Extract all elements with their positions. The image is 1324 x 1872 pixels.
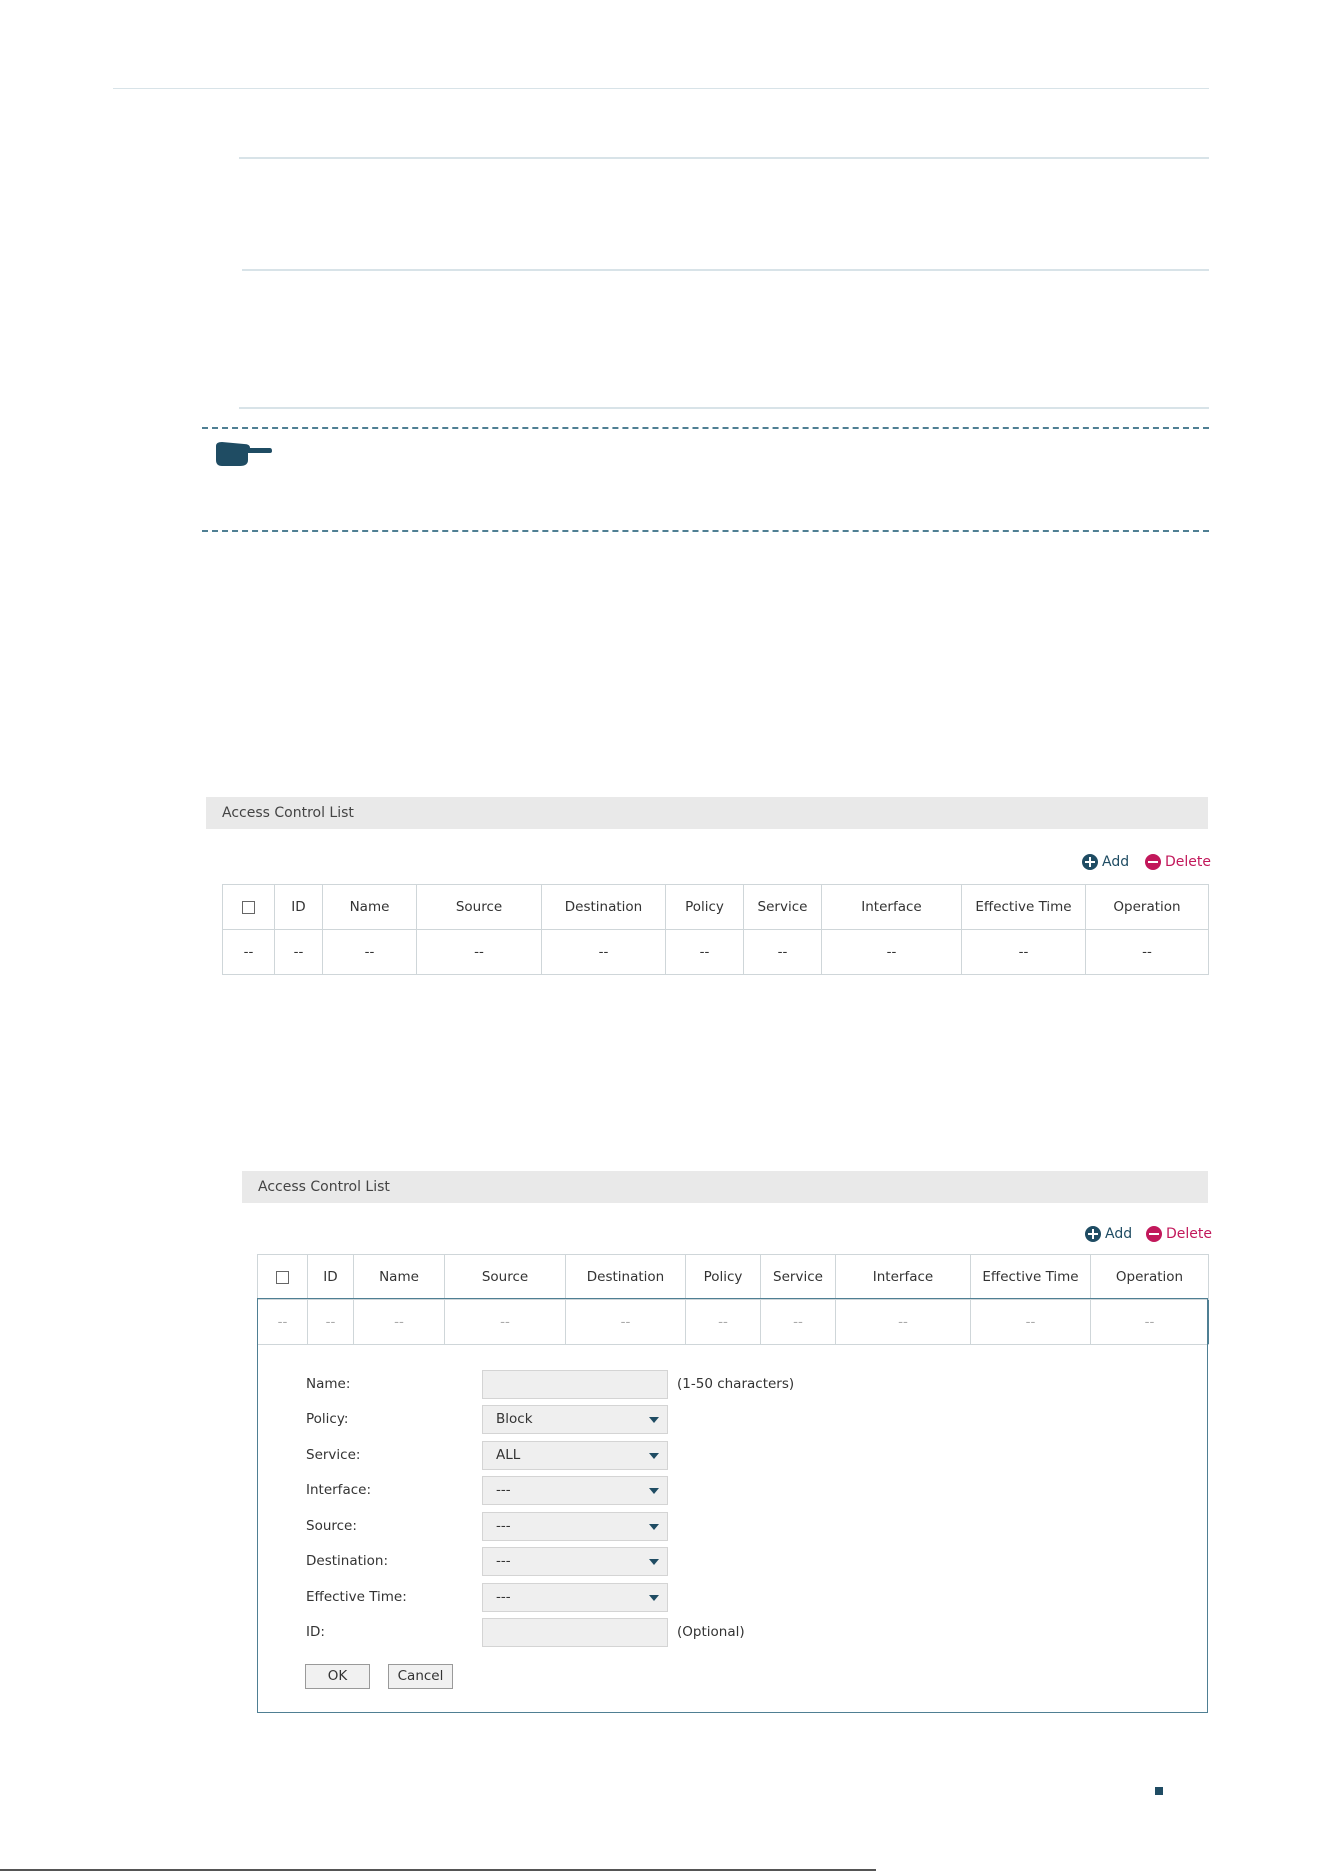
table-cell: -- (1085, 929, 1209, 975)
column-header: Interface (821, 884, 962, 930)
service-select[interactable]: ALL (482, 1441, 668, 1470)
note-top-divider (202, 427, 1209, 429)
effective-time-label: Effective Time: (306, 1589, 407, 1605)
column-header: Effective Time (970, 1254, 1091, 1300)
table-cell: -- (322, 929, 417, 975)
column-header: Policy (685, 1254, 761, 1300)
select-all-checkbox[interactable] (242, 900, 255, 914)
effective-time-select[interactable]: --- (482, 1583, 668, 1612)
select-all-cell[interactable] (257, 1254, 308, 1300)
add-button[interactable]: Add (1082, 854, 1129, 870)
table-header-row: ID Name Source Destination Policy Servic… (222, 884, 1209, 930)
delete-button[interactable]: Delete (1145, 854, 1211, 870)
dropdown-arrow-icon (649, 1453, 659, 1459)
id-input[interactable] (482, 1618, 668, 1647)
delete-label: Delete (1165, 854, 1211, 870)
page-marker (1155, 1787, 1163, 1795)
select-all-checkbox[interactable] (276, 1270, 289, 1284)
minus-circle-icon (1146, 1226, 1162, 1242)
id-label: ID: (306, 1624, 325, 1640)
table-cell: -- (665, 929, 744, 975)
effective-time-value: --- (496, 1589, 511, 1605)
destination-value: --- (496, 1553, 511, 1569)
dropdown-arrow-icon (649, 1488, 659, 1494)
select-all-cell[interactable] (222, 884, 275, 930)
add-label: Add (1105, 1226, 1133, 1242)
table-rule-3 (239, 407, 1209, 409)
plus-circle-icon (1085, 1226, 1101, 1242)
name-hint: (1-50 characters) (677, 1376, 795, 1392)
column-header: Destination (541, 884, 666, 930)
column-header: Effective Time (961, 884, 1086, 930)
pointing-hand-icon (216, 442, 272, 466)
destination-label: Destination: (306, 1553, 389, 1569)
acl-table: ID Name Source Destination Policy Servic… (222, 884, 1209, 975)
acl-panel-header: Access Control List (242, 1171, 1208, 1203)
service-label: Service: (306, 1447, 361, 1463)
bottom-rule (0, 1869, 876, 1871)
table-rule-1 (239, 157, 1209, 159)
column-header: Name (353, 1254, 445, 1300)
table-cell: -- (541, 929, 666, 975)
name-input[interactable] (482, 1370, 668, 1399)
plus-circle-icon (1082, 854, 1098, 870)
delete-label: Delete (1166, 1226, 1212, 1242)
column-header: Source (416, 884, 542, 930)
column-header: Policy (665, 884, 744, 930)
interface-select[interactable]: --- (482, 1476, 668, 1505)
edit-form (257, 1298, 1208, 1713)
table-rule-2 (242, 269, 1209, 271)
table-cell: -- (821, 929, 962, 975)
table-header-row: ID Name Source Destination Policy Servic… (257, 1254, 1209, 1300)
minus-circle-icon (1145, 854, 1161, 870)
acl-panel-header: Access Control List (206, 797, 1208, 829)
column-header: Destination (565, 1254, 686, 1300)
column-header: Service (760, 1254, 836, 1300)
source-value: --- (496, 1518, 511, 1534)
note-bottom-divider (202, 530, 1209, 532)
cancel-button[interactable]: Cancel (388, 1664, 453, 1689)
column-header: Interface (835, 1254, 971, 1300)
delete-button[interactable]: Delete (1146, 1226, 1212, 1242)
column-header: Service (743, 884, 822, 930)
source-select[interactable]: --- (482, 1512, 668, 1541)
interface-value: --- (496, 1482, 511, 1498)
dropdown-arrow-icon (649, 1595, 659, 1601)
table-cell: -- (274, 929, 323, 975)
table-row: -- -- -- -- -- -- -- -- -- -- (222, 929, 1209, 975)
dropdown-arrow-icon (649, 1417, 659, 1423)
source-label: Source: (306, 1518, 357, 1534)
service-value: ALL (496, 1447, 521, 1463)
add-button[interactable]: Add (1085, 1226, 1132, 1242)
column-header: ID (307, 1254, 354, 1300)
column-header: Source (444, 1254, 566, 1300)
policy-value: Block (496, 1411, 533, 1427)
id-hint: (Optional) (677, 1624, 745, 1640)
ok-button[interactable]: OK (305, 1664, 370, 1689)
column-header: Operation (1085, 884, 1209, 930)
dropdown-arrow-icon (649, 1559, 659, 1565)
table-cell: -- (222, 929, 275, 975)
top-rule (113, 88, 1209, 89)
table-cell: -- (961, 929, 1086, 975)
column-header: ID (274, 884, 323, 930)
table-cell: -- (743, 929, 822, 975)
dropdown-arrow-icon (649, 1524, 659, 1530)
policy-label: Policy: (306, 1411, 349, 1427)
interface-label: Interface: (306, 1482, 371, 1498)
name-label: Name: (306, 1376, 351, 1392)
column-header: Name (322, 884, 417, 930)
table-cell: -- (416, 929, 542, 975)
column-header: Operation (1090, 1254, 1209, 1300)
destination-select[interactable]: --- (482, 1547, 668, 1576)
policy-select[interactable]: Block (482, 1405, 668, 1434)
add-label: Add (1102, 854, 1130, 870)
